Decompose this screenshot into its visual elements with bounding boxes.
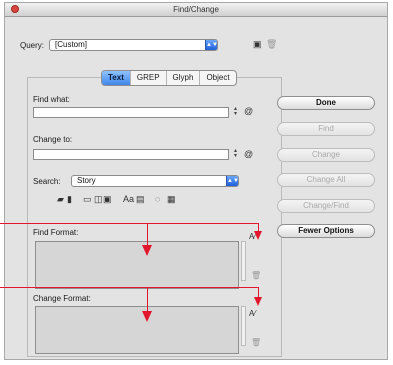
annotation-arrowhead-change-right (254, 297, 262, 306)
annotation-arrowhead-find-right (254, 231, 262, 240)
annotation-arrowheads (142, 231, 262, 322)
annotation-arrowhead-find-center (142, 245, 152, 256)
annotation-arrowhead-change-center (142, 311, 152, 322)
